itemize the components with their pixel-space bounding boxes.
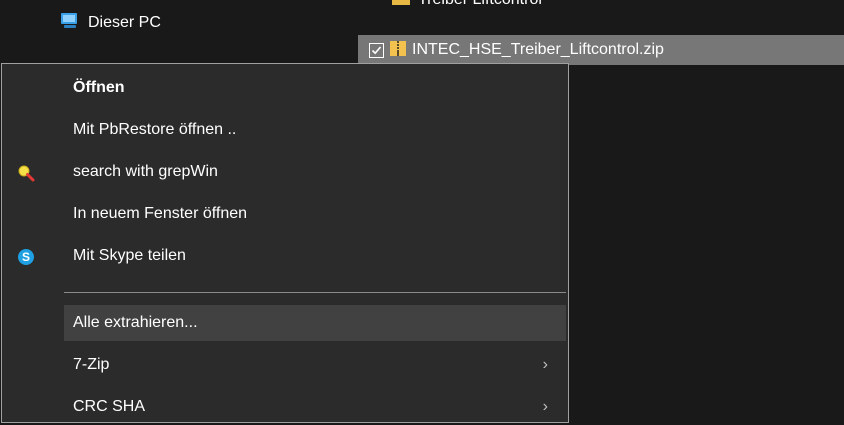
svg-text:S: S bbox=[22, 250, 30, 264]
file-row-label: Treiber Liftcontrol bbox=[418, 0, 542, 9]
menu-item-extract-all[interactable]: Alle extrahieren... bbox=[64, 305, 566, 341]
computer-icon bbox=[60, 11, 80, 36]
checkmark-icon bbox=[371, 45, 382, 54]
menu-item-label: Mit Skype teilen bbox=[73, 247, 186, 264]
menu-item-label: Mit PbRestore öffnen .. bbox=[73, 121, 237, 138]
menu-item-share-skype[interactable]: S Mit Skype teilen bbox=[2, 238, 568, 274]
menu-item-crc-sha[interactable]: CRC SHA › bbox=[2, 389, 568, 425]
skype-icon: S bbox=[16, 247, 36, 267]
file-name: INTEC_HSE_Treiber_Liftcontrol.zip bbox=[412, 41, 664, 58]
chevron-right-icon: › bbox=[542, 398, 548, 415]
file-row-folder[interactable]: Treiber Liftcontrol bbox=[392, 0, 542, 13]
menu-item-open[interactable]: Öffnen bbox=[2, 70, 568, 106]
row-checkbox[interactable] bbox=[369, 42, 384, 58]
menu-separator bbox=[64, 292, 566, 293]
menu-item-label: In neuem Fenster öffnen bbox=[73, 205, 248, 222]
menu-item-open-with-pbrestore[interactable]: Mit PbRestore öffnen .. bbox=[2, 112, 568, 148]
zip-folder-icon bbox=[390, 39, 406, 62]
folder-icon bbox=[392, 0, 410, 11]
menu-item-label: 7-Zip bbox=[73, 356, 110, 373]
nav-item-this-pc[interactable]: Dieser PC bbox=[60, 10, 161, 36]
menu-item-search-grepwin[interactable]: search with grepWin bbox=[2, 154, 568, 190]
nav-item-label: Dieser PC bbox=[88, 14, 161, 31]
menu-item-open-new-window[interactable]: In neuem Fenster öffnen bbox=[2, 196, 568, 232]
file-row-selected[interactable]: INTEC_HSE_Treiber_Liftcontrol.zip bbox=[358, 35, 844, 65]
menu-item-label: search with grepWin bbox=[73, 163, 218, 180]
context-menu: Öffnen Mit PbRestore öffnen .. search wi… bbox=[1, 63, 569, 423]
menu-item-label: Alle extrahieren... bbox=[73, 314, 198, 331]
menu-item-label: Öffnen bbox=[73, 79, 125, 96]
menu-item-7zip[interactable]: 7-Zip › bbox=[2, 347, 568, 383]
menu-item-label: CRC SHA bbox=[73, 398, 146, 415]
magnifier-icon bbox=[16, 163, 36, 183]
chevron-right-icon: › bbox=[542, 356, 548, 373]
